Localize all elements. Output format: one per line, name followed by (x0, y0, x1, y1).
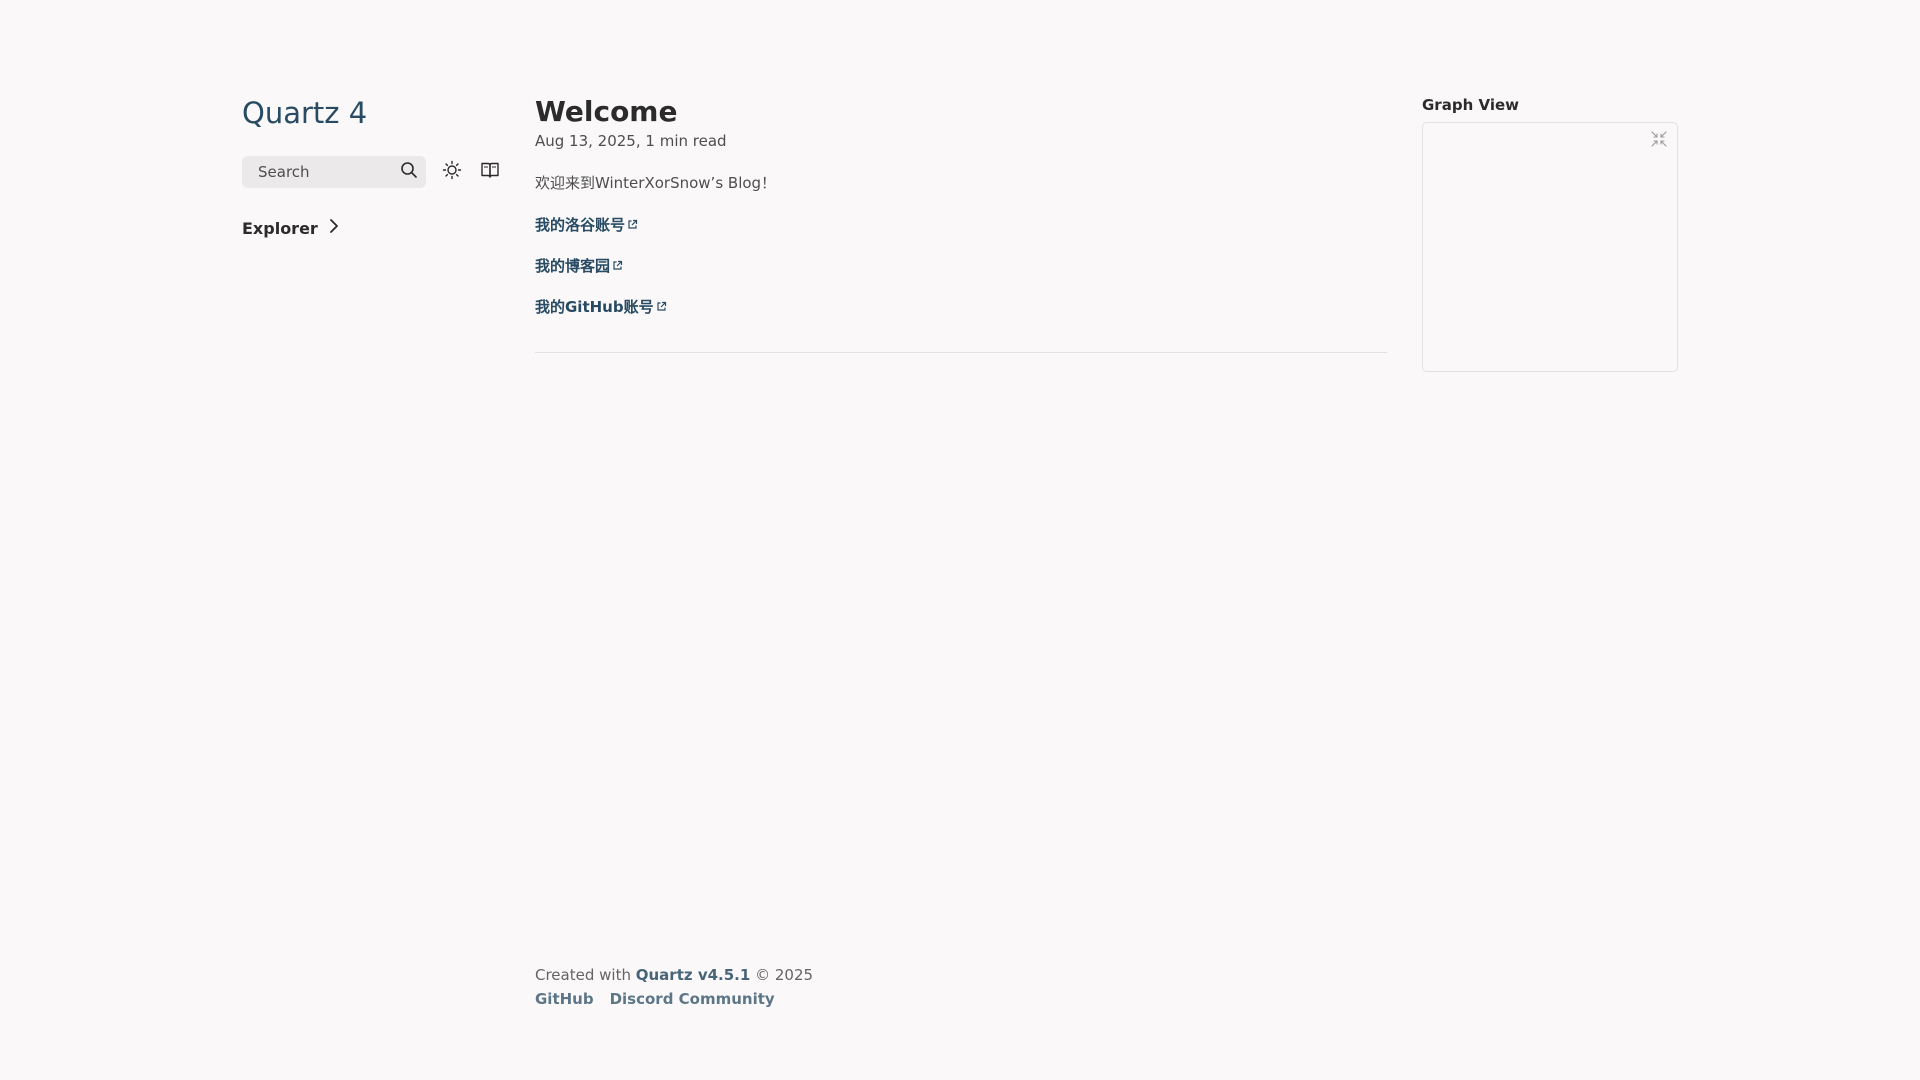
content-divider (535, 352, 1387, 353)
link-luogu[interactable]: 我的洛谷账号 (535, 215, 1387, 236)
external-link-icon (656, 297, 667, 318)
footer-copyright: © 2025 (755, 966, 814, 984)
footer-credit: Created with Quartz v4.5.1 © 2025 (535, 966, 813, 984)
link-github-account-label: 我的GitHub账号 (535, 298, 654, 316)
link-luogu-label: 我的洛谷账号 (535, 216, 626, 234)
chevron-right-icon (328, 218, 340, 238)
graph-title: Graph View (1422, 96, 1519, 114)
search-icon (400, 161, 418, 183)
quartz-version-link[interactable]: Quartz v4.5.1 (636, 966, 751, 984)
explorer-toggle[interactable]: Explorer (242, 218, 512, 238)
footer-created-prefix: Created with (535, 966, 631, 984)
main-content: Welcome Aug 13, 2025, 1 min read 欢迎来到Win… (535, 94, 1387, 353)
article-meta: Aug 13, 2025, 1 min read (535, 132, 727, 150)
link-cnblogs[interactable]: 我的博客园 (535, 256, 1387, 277)
page-title: Welcome (535, 95, 678, 128)
graph-canvas[interactable] (1422, 122, 1678, 372)
toolbar: Search (242, 156, 512, 188)
search-button[interactable]: Search (242, 156, 426, 188)
graph-expand-button[interactable] (1649, 131, 1669, 151)
external-link-icon (612, 256, 623, 277)
reader-mode-icon (480, 160, 500, 184)
darkmode-toggle[interactable] (440, 160, 464, 184)
left-sidebar: Quartz 4 Search Explorer (242, 94, 512, 238)
article-intro: 欢迎来到WinterXorSnow’s Blog！ (535, 174, 777, 192)
footer-link-discord[interactable]: Discord Community (610, 990, 775, 1008)
footer: Created with Quartz v4.5.1 © 2025 GitHub… (535, 966, 813, 1008)
sun-icon (442, 160, 462, 184)
site-title[interactable]: Quartz 4 (242, 94, 512, 132)
reader-mode-toggle[interactable] (478, 160, 502, 184)
external-link-icon (627, 215, 638, 236)
footer-links: GitHub Discord Community (535, 990, 813, 1008)
link-github-account[interactable]: 我的GitHub账号 (535, 297, 1387, 318)
footer-link-github[interactable]: GitHub (535, 990, 594, 1008)
explorer-label: Explorer (242, 218, 318, 238)
expand-icon (1650, 130, 1668, 152)
search-label: Search (258, 163, 310, 181)
right-sidebar: Graph View (1422, 96, 1678, 372)
link-cnblogs-label: 我的博客园 (535, 257, 611, 275)
